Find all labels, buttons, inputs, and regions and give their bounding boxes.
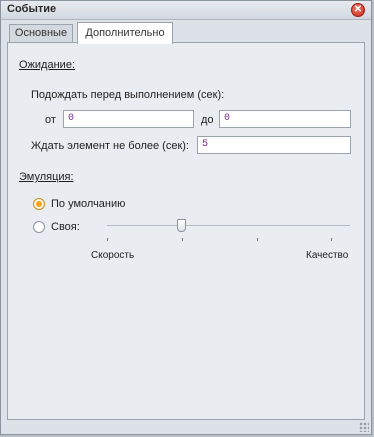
window-title: Событие: [7, 3, 57, 15]
slider-max-label: Качество: [306, 250, 349, 261]
resize-grip-icon[interactable]: [359, 422, 369, 432]
slider-tick: [182, 238, 183, 241]
wait-from-input[interactable]: 0: [63, 110, 194, 128]
max-wait-input[interactable]: 5: [197, 136, 351, 154]
slider-tick: [257, 238, 258, 241]
emulation-section-label: Эмуляция:: [19, 171, 74, 183]
radio-custom-label[interactable]: Своя:: [51, 221, 80, 233]
radio-default-label[interactable]: По умолчанию: [51, 198, 125, 210]
slider-tick: [331, 238, 332, 241]
tab-basic[interactable]: Основные: [9, 24, 73, 43]
emulation-slider-track[interactable]: [107, 225, 350, 226]
event-dialog: Событие ✕ Основные Дополнительно Ожидани…: [0, 0, 372, 435]
to-label: до: [201, 114, 214, 126]
slider-tick: [107, 238, 108, 241]
slider-min-label: Скорость: [91, 250, 135, 261]
close-icon[interactable]: ✕: [351, 3, 365, 17]
emulation-slider-thumb[interactable]: [177, 219, 186, 232]
wait-to-input[interactable]: 0: [219, 110, 351, 128]
radio-default[interactable]: [33, 198, 45, 210]
max-wait-label: Ждать элемент не более (сек):: [31, 140, 189, 152]
radio-custom[interactable]: [33, 221, 45, 233]
from-label: от: [45, 114, 56, 126]
wait-section-label: Ожидание:: [19, 59, 75, 71]
title-bar[interactable]: Событие ✕: [1, 1, 371, 20]
tab-bar: Основные Дополнительно: [7, 22, 365, 44]
wait-before-label: Подождать перед выполнением (сек):: [31, 89, 225, 101]
tab-advanced[interactable]: Дополнительно: [77, 22, 173, 44]
